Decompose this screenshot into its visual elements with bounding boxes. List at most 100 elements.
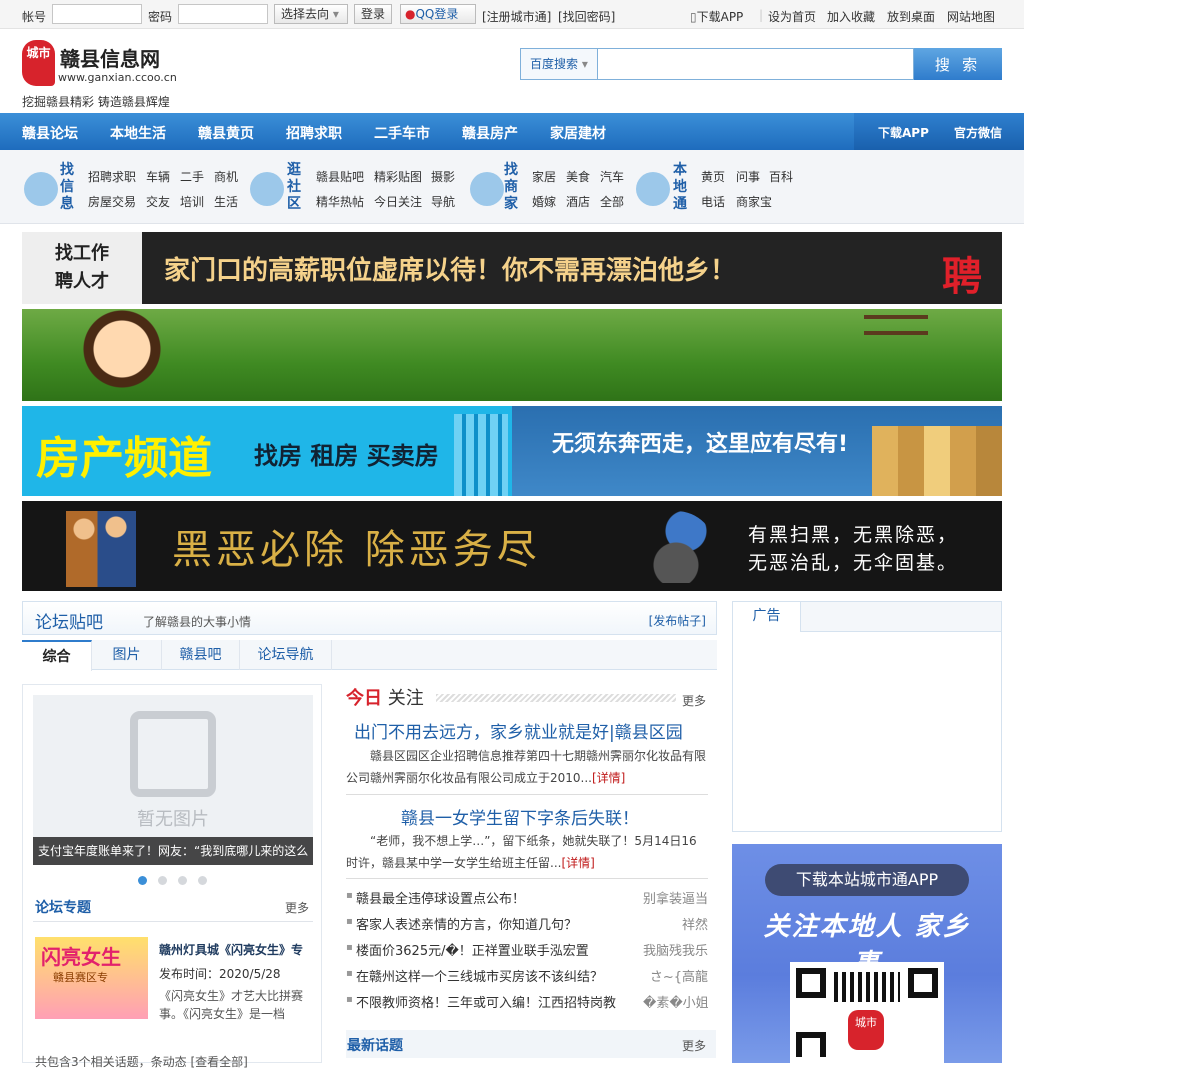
search-bar: 百度搜索 ▾ 搜 索 — [520, 48, 1002, 80]
sub-nav: 找信息 招聘求职 车辆 二手 商机 房屋交易 交友 培训 生活 逛社区 赣县贴吧… — [0, 150, 1024, 224]
forum-tabs: 综合 图片 赣县吧 论坛导航 — [22, 640, 717, 671]
subnav-link[interactable]: 商机 — [214, 168, 238, 185]
tab-images[interactable]: 图片 — [92, 640, 162, 670]
search-input[interactable] — [598, 48, 914, 80]
password-input[interactable] — [178, 4, 268, 24]
subnav-link[interactable]: 交友 — [146, 193, 170, 210]
slider-dot[interactable] — [198, 876, 207, 885]
logo-mark: 城市 — [22, 40, 55, 86]
subnav-group-local: 本地通 黄页 问事 百科 电话 商家宝 — [636, 160, 806, 216]
topic-title-link[interactable]: 赣州灯具城《闪亮女生》专 — [159, 941, 303, 958]
divider — [346, 878, 708, 879]
forum-subtitle: 了解赣县的大事小情 — [143, 615, 252, 629]
subnav-link[interactable]: 酒店 — [566, 193, 590, 210]
latest-more-link[interactable]: 更多 — [682, 1037, 706, 1054]
today-more-link[interactable]: 更多 — [682, 692, 706, 709]
subnav-link[interactable]: 商家宝 — [736, 193, 772, 210]
qr-code-icon: 城市 — [790, 962, 944, 1063]
slider-dot[interactable] — [158, 876, 167, 885]
subnav-link[interactable]: 车辆 — [146, 168, 170, 185]
subnav-link[interactable]: 房屋交易 — [88, 193, 136, 210]
nav-item-yellow-pages[interactable]: 赣县黄页 — [198, 123, 254, 143]
slide-caption: 支付宝年度账单来了！网友：“我到底哪儿来的这么 — [33, 837, 313, 865]
subnav-link[interactable]: 今日关注 — [374, 193, 422, 210]
qr-logo: 城市 — [848, 1010, 884, 1050]
subnav-link[interactable]: 导航 — [431, 193, 455, 210]
site-url: www.ganxian.ccoo.cn — [58, 71, 177, 84]
slider-dot[interactable] — [178, 876, 187, 885]
subnav-link[interactable]: 婚嫁 — [532, 193, 556, 210]
subnav-link[interactable]: 精华热帖 — [316, 193, 364, 210]
lawn-banner[interactable] — [22, 309, 1002, 401]
password-label: 密码 — [148, 10, 173, 24]
subnav-link[interactable]: 全部 — [600, 193, 624, 210]
tab-all[interactable]: 综合 — [22, 640, 92, 671]
subnav-link[interactable]: 百科 — [769, 168, 793, 185]
topics-more-link[interactable]: 更多 — [285, 899, 309, 916]
no-image-icon — [130, 711, 216, 797]
today-focus-title: 今日 关注 — [346, 688, 424, 709]
nav-item-jobs[interactable]: 招聘求职 — [286, 123, 342, 143]
search-engine-select[interactable]: 百度搜索 ▾ — [520, 48, 598, 80]
banner-title: 房产频道 — [36, 433, 212, 484]
subnav-link[interactable]: 家居 — [532, 168, 556, 185]
nav-download-app[interactable]: 下载APP — [878, 124, 929, 141]
subnav-link[interactable]: 精彩贴图 — [374, 168, 422, 185]
nav-item-real-estate[interactable]: 赣县房产 — [462, 123, 518, 143]
anti-crime-banner[interactable]: 黑恶必除 除恶务尽 有黑扫黑，无黑除恶， 无恶治乱，无伞固基。 — [22, 501, 1002, 591]
photo-slider[interactable]: 暂无图片 支付宝年度账单来了！网友：“我到底哪儿来的这么 — [33, 695, 313, 865]
latest-topics-title: 最新话题 — [347, 1038, 403, 1054]
headline-title[interactable]: 赣县一女学生留下字条后失联！ — [401, 804, 639, 829]
nav-item-home-building[interactable]: 家居建材 — [550, 123, 606, 143]
subnav-link[interactable]: 黄页 — [701, 168, 725, 185]
real-estate-banner[interactable]: 房产频道 找房 租房 买卖房 无须东奔西走，这里应有尽有! — [22, 406, 1002, 496]
main-nav: 赣县论坛 本地生活 赣县黄页 招聘求职 二手车市 赣县房产 家居建材 下载APP… — [0, 113, 1024, 150]
subnav-link[interactable]: 摄影 — [431, 168, 455, 185]
ad-title: 广告 — [733, 602, 801, 632]
add-favorite-link[interactable]: 加入收藏 — [827, 8, 875, 25]
subnav-link[interactable]: 汽车 — [600, 168, 624, 185]
set-home-link[interactable]: 设为首页 — [768, 8, 816, 25]
subnav-link[interactable]: 电话 — [701, 193, 725, 210]
choose-destination-select[interactable]: 选择去向 ▾ — [274, 4, 348, 24]
account-input[interactable] — [52, 4, 142, 24]
login-button[interactable]: 登录 — [354, 4, 393, 24]
subnav-link[interactable]: 招聘求职 — [88, 168, 136, 185]
slider-dot[interactable] — [138, 876, 147, 885]
subnav-link[interactable]: 生活 — [214, 193, 238, 210]
jobs-banner[interactable]: 找工作 聘人才 家门口的高薪职位虚席以待！你不需再漂泊他乡！ 聘 — [22, 232, 1002, 304]
chevron-down-icon: ▾ — [332, 7, 339, 21]
ad-box: 广告 — [732, 601, 1002, 832]
police-figures-image — [66, 511, 136, 587]
topic-thumbnail[interactable]: 闪亮女生 赣县赛区专 — [35, 937, 148, 1019]
tab-ganxian-bar[interactable]: 赣县吧 — [162, 640, 240, 670]
subnav-group-merchants: 找商家 家居 美食 汽车 婚嫁 酒店 全部 — [470, 160, 630, 216]
search-button[interactable]: 搜 索 — [914, 48, 1002, 80]
chevron-down-icon: ▾ — [581, 57, 588, 71]
nav-official-wechat[interactable]: 官方微信 — [954, 124, 1002, 141]
site-logo[interactable]: 城市 赣县信息网 www.ganxian.ccoo.cn — [22, 40, 177, 90]
headline-desc: “老师，我不想上学…”，留下纸条，她就失联了！5月14日16时许，赣县某中学一女… — [346, 834, 697, 870]
subnav-link[interactable]: 赣县贴吧 — [316, 168, 364, 185]
nav-item-local-life[interactable]: 本地生活 — [110, 123, 166, 143]
tab-forum-nav[interactable]: 论坛导航 — [240, 640, 332, 670]
register-link[interactable]: [注册城市通] — [482, 8, 551, 25]
download-app-link[interactable]: ▯下载APP — [690, 8, 743, 25]
post-thread-link[interactable]: [发布帖子] — [649, 612, 706, 629]
subnav-link[interactable]: 美食 — [566, 168, 590, 185]
detail-link[interactable]: [详情] — [592, 771, 625, 785]
put-desktop-link[interactable]: 放到桌面 — [887, 8, 935, 25]
subnav-link[interactable]: 二手 — [180, 168, 204, 185]
subnav-link[interactable]: 培训 — [180, 193, 204, 210]
subnav-link[interactable]: 问事 — [736, 168, 760, 185]
headline-title[interactable]: 出门不用去远方，家乡就业就是好|赣县区园 — [354, 718, 683, 743]
app-download-ad[interactable]: 下载本站城市通APP 关注本地人 家乡事 城市 — [732, 844, 1002, 1063]
qq-login-button[interactable]: ●QQ登录 — [400, 4, 476, 24]
banner-right-text: 有黑扫黑，无黑除恶， 无恶治乱，无伞固基。 — [748, 524, 959, 574]
nav-item-used-cars[interactable]: 二手车市 — [374, 123, 430, 143]
nav-item-forum[interactable]: 赣县论坛 — [22, 123, 78, 143]
ad-header: 广告 — [733, 602, 1001, 632]
sitemap-link[interactable]: 网站地图 — [947, 8, 995, 25]
find-password-link[interactable]: [找回密码] — [558, 8, 615, 25]
detail-link[interactable]: [详情] — [561, 856, 594, 870]
